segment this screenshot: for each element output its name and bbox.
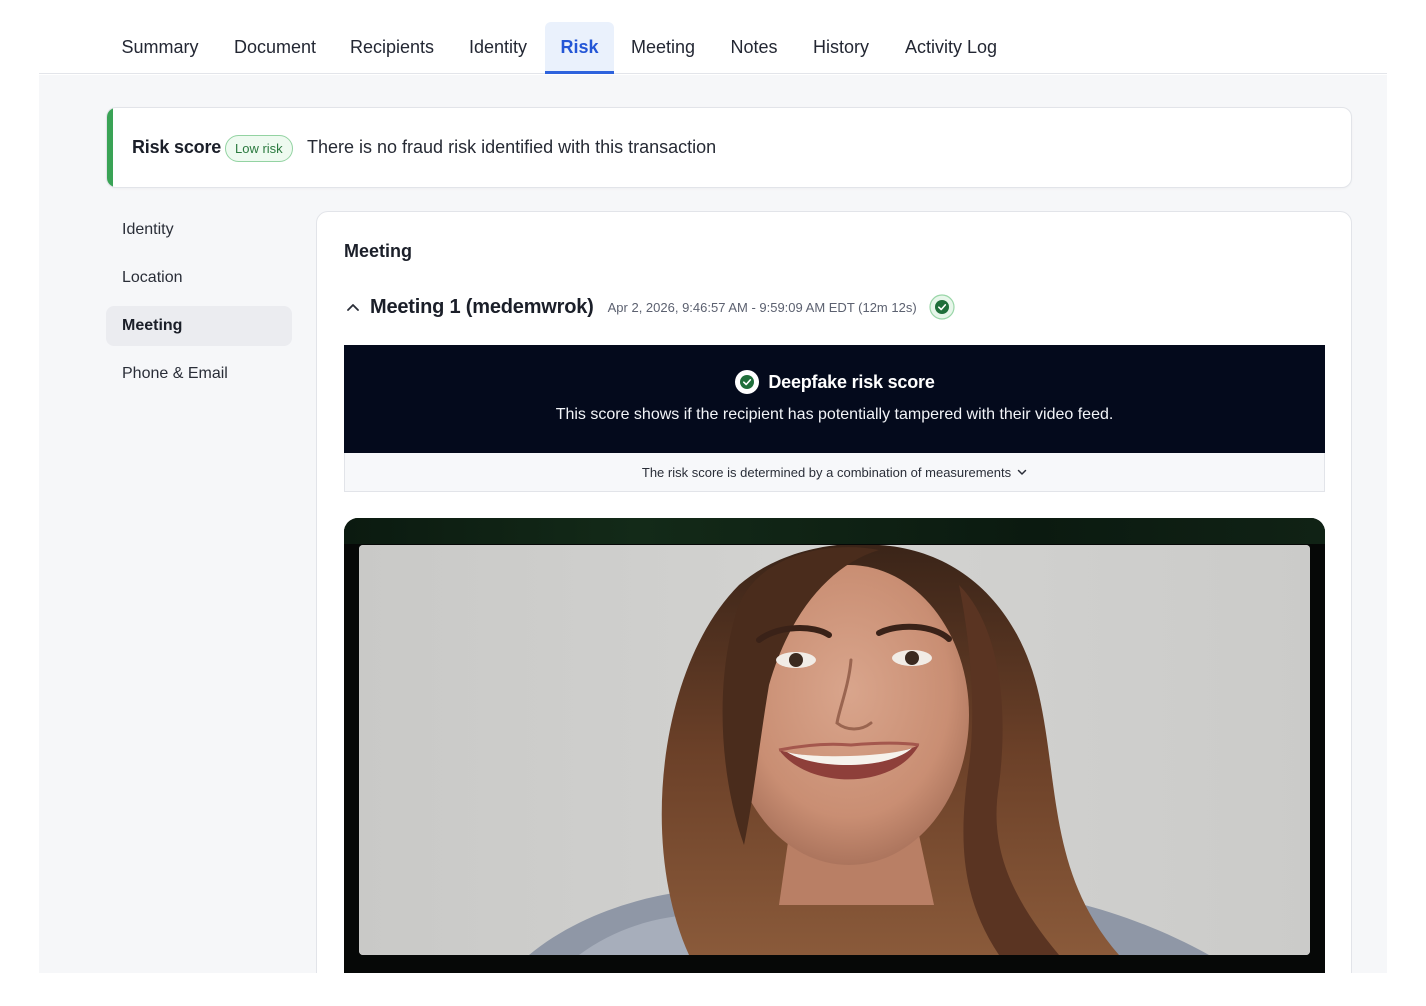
video-frame-bezel (344, 518, 1325, 544)
meeting-section-title: Meeting (344, 241, 413, 261)
deepfake-risk-panel: Deepfake risk score This score shows if … (344, 345, 1325, 453)
tab-risk[interactable]: Risk (545, 22, 614, 74)
video-frame (344, 518, 1325, 973)
check-circle-icon (734, 369, 760, 395)
risk-accent-bar (107, 108, 113, 187)
meeting-name: Meeting 1 (medemwrok) (370, 295, 594, 318)
risk-level-badge: Low risk (225, 135, 293, 162)
tab-recipients[interactable]: Recipients (336, 22, 448, 74)
risk-workspace: Risk score Low risk There is no fraud ri… (39, 75, 1387, 973)
measurements-label: The risk score is determined by a combin… (641, 464, 1012, 480)
top-tab-bar: Summary Document Recipients Identity Ris… (39, 0, 1387, 74)
meeting-header: Meeting 1 (medemwrok) Apr 2, 2026, 9:46:… (344, 292, 1324, 322)
chevron-down-icon (1017, 469, 1027, 476)
subnav-item-location[interactable]: Location (106, 258, 292, 298)
tab-history[interactable]: History (803, 22, 879, 74)
tab-notes[interactable]: Notes (722, 22, 786, 74)
tab-activity-log[interactable]: Activity Log (895, 22, 1007, 74)
risk-message: There is no fraud risk identified with t… (307, 137, 717, 157)
subnav-item-meeting[interactable]: Meeting (106, 306, 292, 346)
measurements-toggle[interactable]: The risk score is determined by a combin… (344, 453, 1325, 492)
meeting-card: Meeting Meeting 1 (medemwrok) Apr 2, 202… (316, 211, 1352, 973)
risk-subnav: Identity Location Meeting Phone & Email (106, 210, 292, 402)
meeting-time-range: Apr 2, 2026, 9:46:57 AM - 9:59:09 AM EDT… (607, 299, 917, 315)
deepfake-description: This score shows if the recipient has po… (555, 406, 1114, 423)
recipient-face-image (359, 545, 1310, 955)
chevron-up-icon[interactable] (344, 298, 362, 316)
recipient-video-feed (359, 545, 1310, 955)
tab-summary[interactable]: Summary (107, 22, 213, 74)
tab-document[interactable]: Document (220, 22, 330, 74)
subnav-item-phone-email[interactable]: Phone & Email (106, 354, 292, 394)
risk-score-title: Risk score (132, 137, 222, 157)
risk-score-banner: Risk score Low risk There is no fraud ri… (106, 107, 1352, 188)
subnav-item-identity[interactable]: Identity (106, 210, 292, 250)
tab-meeting[interactable]: Meeting (621, 22, 705, 74)
check-circle-icon (929, 294, 955, 320)
tab-identity[interactable]: Identity (456, 22, 540, 74)
deepfake-title: Deepfake risk score (768, 371, 935, 392)
